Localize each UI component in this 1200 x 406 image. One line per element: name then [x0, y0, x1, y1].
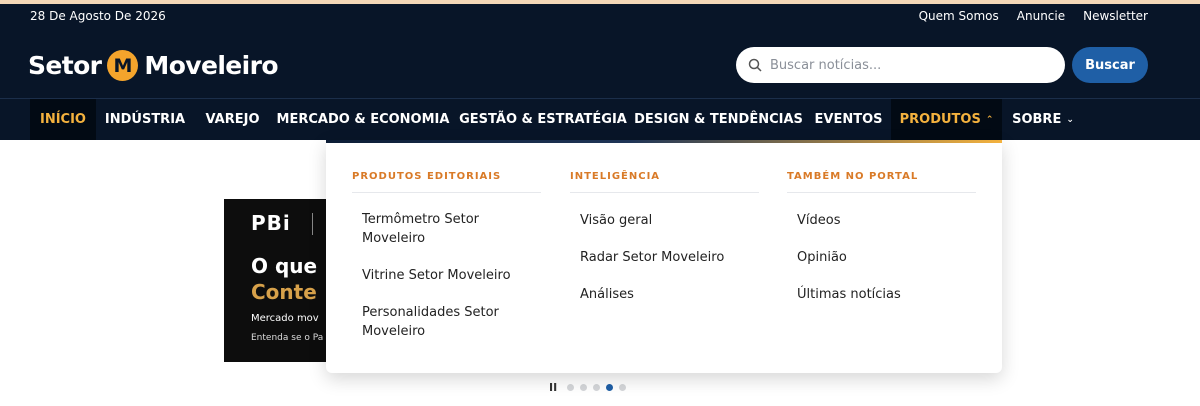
link-anuncie[interactable]: Anuncie	[1017, 9, 1065, 23]
column-title: TAMBÉM NO PORTAL	[787, 171, 919, 182]
produtos-dropdown: PRODUTOS EDITORIAIS Termômetro Setor Mov…	[326, 140, 1002, 373]
nav-label: GESTÃO & ESTRATÉGIA	[459, 112, 627, 127]
nav-item-industria[interactable]: INDÚSTRIA	[96, 99, 194, 140]
carousel-dot[interactable]	[580, 384, 588, 391]
link-newsletter[interactable]: Newsletter	[1083, 9, 1148, 23]
nav-item-inicio[interactable]: INÍCIO	[30, 99, 96, 140]
logo-text-moveleiro: Moveleiro	[144, 51, 278, 80]
menu-item-termometro[interactable]: Termômetro Setor Moveleiro	[362, 210, 537, 248]
menu-item-ultimas-noticias[interactable]: Últimas notícias	[797, 285, 972, 304]
banner-headline-2: Conte	[251, 280, 317, 304]
nav-label: DESIGN & TENDÊNCIAS	[634, 112, 803, 127]
column-divider	[570, 192, 759, 193]
banner-brand: PBi	[251, 211, 291, 235]
column-divider	[787, 192, 976, 193]
nav-item-gestao-estrategia[interactable]: GESTÃO & ESTRATÉGIA	[455, 99, 631, 140]
site-logo[interactable]: Setor M Moveleiro	[28, 50, 279, 81]
search-button[interactable]: Buscar	[1072, 47, 1148, 83]
link-quem-somos[interactable]: Quem Somos	[919, 9, 999, 23]
dropdown-accent-bar	[326, 140, 1002, 143]
menu-item-analises[interactable]: Análises	[580, 285, 755, 304]
search-input[interactable]	[770, 57, 1050, 73]
nav-label: INDÚSTRIA	[104, 112, 186, 127]
logo-mark: M	[107, 50, 139, 81]
nav-label: EVENTOS	[814, 112, 883, 127]
carousel-dot[interactable]	[567, 384, 575, 391]
main-nav: INÍCIO INDÚSTRIA VAREJO MERCADO & ECONOM…	[0, 99, 1200, 140]
menu-item-visao-geral[interactable]: Visão geral	[580, 211, 755, 230]
menu-item-personalidades[interactable]: Personalidades Setor Moveleiro	[362, 303, 537, 341]
menu-item-vitrine[interactable]: Vitrine Setor Moveleiro	[362, 266, 537, 285]
top-bar: 28 De Agosto De 2026 Quem Somos Anuncie …	[0, 4, 1200, 32]
banner-headline-1: O que	[251, 254, 318, 278]
column-divider	[352, 192, 541, 193]
banner-text-2: Entenda se o Pa	[251, 333, 324, 343]
banner-divider	[312, 213, 313, 235]
nav-label: INÍCIO	[40, 112, 86, 127]
current-date: 28 De Agosto De 2026	[30, 9, 166, 23]
menu-item-videos[interactable]: Vídeos	[797, 211, 972, 230]
column-title: INTELIGÊNCIA	[570, 171, 661, 182]
logo-text-setor: Setor	[28, 51, 102, 80]
promo-banner[interactable]: PBi O que Conte Mercado mov Entenda se o…	[224, 199, 326, 362]
nav-label: VAREJO	[205, 112, 260, 127]
carousel-dot[interactable]	[593, 384, 601, 391]
top-links: Quem Somos Anuncie Newsletter	[919, 9, 1148, 23]
carousel-dot-active[interactable]	[606, 384, 614, 391]
nav-item-design-tendencias[interactable]: DESIGN & TENDÊNCIAS	[631, 99, 806, 140]
site-header: Setor M Moveleiro Buscar	[0, 32, 1200, 99]
carousel-dot[interactable]	[619, 384, 627, 391]
nav-label: MERCADO & ECONOMIA	[276, 112, 450, 127]
carousel-controls: II	[549, 381, 632, 394]
nav-item-eventos[interactable]: EVENTOS	[806, 99, 891, 140]
chevron-down-icon: ⌄	[1066, 114, 1074, 125]
search-box	[736, 47, 1065, 83]
nav-label: SOBRE	[1012, 112, 1062, 127]
chevron-up-icon: ⌃	[985, 114, 994, 125]
search-icon	[748, 58, 762, 72]
menu-item-opiniao[interactable]: Opinião	[797, 248, 972, 267]
banner-text-1: Mercado mov	[251, 313, 319, 324]
nav-label: PRODUTOS	[899, 112, 981, 127]
nav-item-sobre[interactable]: SOBRE ⌄	[1002, 99, 1084, 140]
nav-item-varejo[interactable]: VAREJO	[194, 99, 271, 140]
nav-item-mercado-economia[interactable]: MERCADO & ECONOMIA	[271, 99, 455, 140]
pause-icon[interactable]: II	[549, 381, 557, 394]
menu-item-radar[interactable]: Radar Setor Moveleiro	[580, 248, 755, 267]
column-title: PRODUTOS EDITORIAIS	[352, 171, 502, 182]
nav-item-produtos[interactable]: PRODUTOS ⌃	[891, 99, 1002, 140]
